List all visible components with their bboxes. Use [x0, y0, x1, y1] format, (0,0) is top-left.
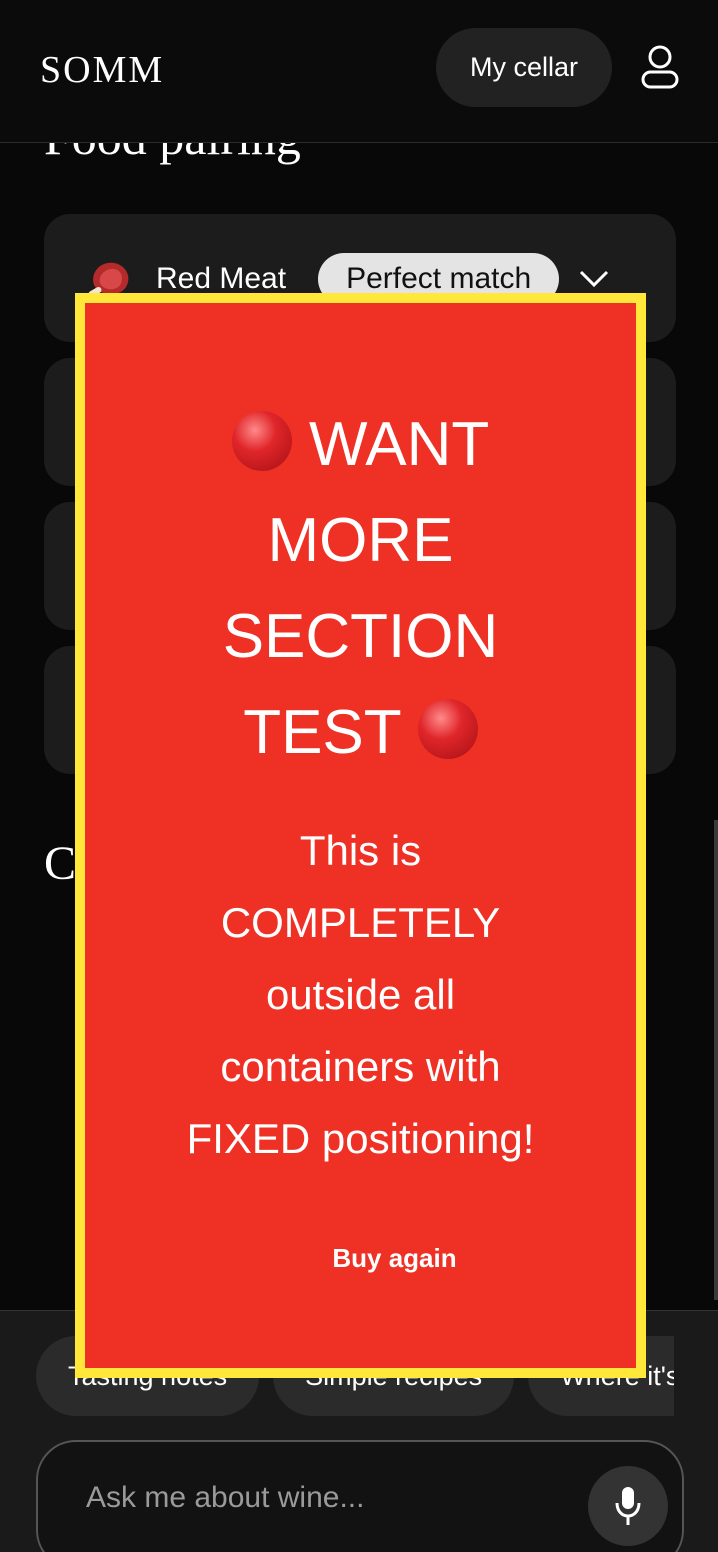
overlay-title-line: TEST: [243, 698, 401, 767]
user-icon[interactable]: [640, 44, 680, 90]
red-circle-icon: [417, 699, 478, 759]
overlay-body-line: FIXED positioning!: [186, 1115, 535, 1162]
scrollbar[interactable]: [714, 820, 718, 1300]
overlay-body-line: containers with: [220, 1043, 501, 1090]
page: SOMM My cellar Food pairing Red Meat Per…: [0, 0, 718, 1552]
overlay-body: This is COMPLETELY outside all container…: [85, 815, 636, 1175]
pairing-label: Red Meat: [156, 262, 287, 295]
ask-input[interactable]: [86, 1472, 566, 1524]
overlay-body-line: COMPLETELY: [220, 899, 501, 946]
app-header: SOMM My cellar: [0, 0, 718, 143]
chevron-down-icon[interactable]: [579, 270, 609, 288]
microphone-icon: [615, 1487, 641, 1525]
overlay-title-line: MORE: [267, 506, 454, 575]
overlay-title-line: SECTION: [222, 602, 499, 671]
somm-logo[interactable]: SOMM: [40, 48, 164, 92]
red-circle-icon: [231, 411, 292, 471]
promo-overlay: WANT MORE SECTION TEST This is COMPLETEL…: [75, 293, 646, 1378]
ask-box: [36, 1440, 684, 1552]
mic-button[interactable]: [588, 1466, 668, 1546]
overlay-body-line: This is: [299, 827, 422, 874]
overlay-body-line: outside all: [265, 971, 456, 1018]
overlay-title: WANT MORE SECTION TEST: [85, 397, 636, 781]
overlay-title-line: WANT: [309, 410, 490, 479]
my-cellar-button[interactable]: My cellar: [436, 28, 612, 107]
buy-again-button[interactable]: Buy again: [85, 1243, 636, 1274]
next-section-title: C: [44, 837, 77, 890]
